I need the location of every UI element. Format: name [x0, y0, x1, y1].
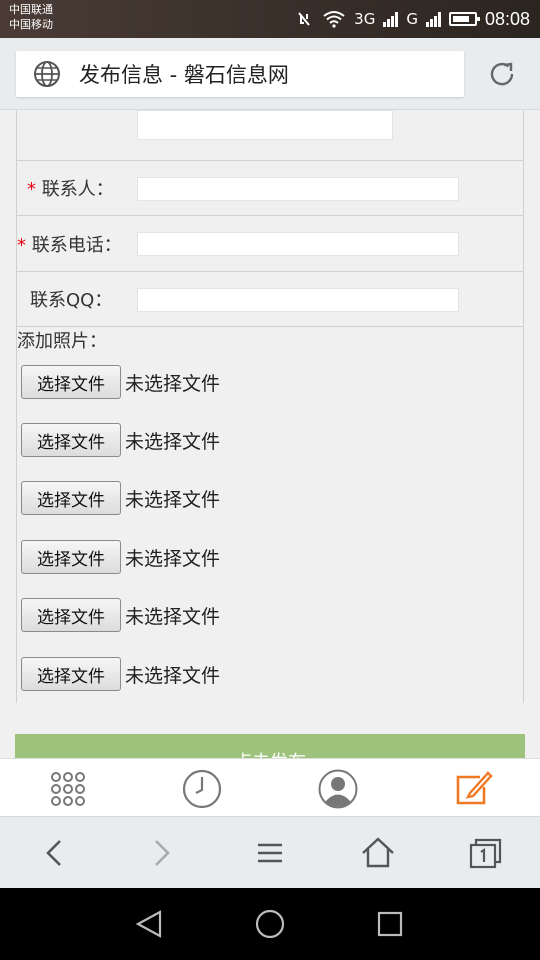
history-clock-icon[interactable]	[182, 769, 222, 809]
site-toolbar	[0, 758, 540, 816]
choose-file-button[interactable]: 选择文件	[21, 598, 121, 632]
phone-input[interactable]	[137, 232, 459, 256]
battery-icon	[448, 12, 480, 26]
home-icon[interactable]	[360, 835, 396, 871]
qq-label-text: 联系QQ：	[30, 290, 113, 311]
back-icon[interactable]	[36, 835, 72, 871]
photos-label: 添加照片：	[17, 331, 107, 352]
signal-icon-2	[425, 11, 441, 27]
file-status: 未选择文件	[125, 664, 221, 687]
apps-grid-icon[interactable]	[48, 769, 88, 809]
prev-field-input[interactable]	[137, 110, 393, 140]
file-input-row: 选择文件 未选择文件	[21, 422, 220, 458]
choose-file-button[interactable]: 选择文件	[21, 481, 121, 515]
contact-label: * 联系人：	[27, 175, 114, 201]
status-bar: 中国联通 中国移动 3G G 08:08	[0, 0, 540, 38]
wifi-icon	[323, 11, 345, 28]
carrier-2: 中国移动	[9, 18, 53, 31]
file-input-row: 选择文件 未选择文件	[21, 480, 220, 516]
qq-label: 联系QQ：	[30, 286, 112, 312]
file-input-row: 选择文件 未选择文件	[21, 597, 220, 633]
tabs-icon[interactable]	[468, 835, 504, 871]
address-bar: 发布信息 - 磐石信息网	[0, 38, 540, 110]
phone-label-text: 联系电话：	[31, 235, 122, 256]
clock-time: 08:08	[484, 8, 530, 29]
file-status: 未选择文件	[125, 372, 221, 395]
file-status: 未选择文件	[125, 605, 221, 628]
globe-icon	[34, 61, 60, 87]
network-type-2: G	[406, 10, 418, 28]
home-circle-icon[interactable]	[254, 908, 286, 940]
file-input-row: 选择文件 未选择文件	[21, 364, 220, 400]
prev-field-row	[17, 110, 523, 161]
carrier-info: 中国联通 中国移动	[9, 2, 53, 32]
file-input-row: 选择文件 未选择文件	[21, 539, 220, 575]
required-mark: *	[27, 179, 36, 200]
form-container: * 联系人： * 联系电话： 联系QQ： 添加照片： 选择文件 未选择文件 选择…	[16, 110, 524, 703]
page-title: 发布信息 - 磐石信息网	[79, 63, 289, 87]
submit-label: 点击发布	[15, 748, 525, 758]
contact-label-text: 联系人：	[41, 179, 114, 200]
phone-row: * 联系电话：	[17, 216, 523, 272]
android-nav-bar	[0, 888, 540, 960]
url-box[interactable]: 发布信息 - 磐石信息网	[16, 51, 464, 97]
choose-file-button[interactable]: 选择文件	[21, 365, 121, 399]
contact-row: * 联系人：	[17, 161, 523, 216]
recents-square-icon[interactable]	[374, 908, 406, 940]
qq-row: 联系QQ：	[17, 272, 523, 327]
file-status: 未选择文件	[125, 547, 221, 570]
user-avatar-icon[interactable]	[318, 769, 358, 809]
contact-input[interactable]	[137, 177, 459, 201]
choose-file-button[interactable]: 选择文件	[21, 423, 121, 457]
file-status: 未选择文件	[125, 430, 221, 453]
file-status: 未选择文件	[125, 488, 221, 511]
forward-icon[interactable]	[144, 835, 180, 871]
required-mark: *	[17, 235, 26, 256]
file-input-row: 选择文件 未选择文件	[21, 656, 220, 692]
back-triangle-icon[interactable]	[134, 908, 166, 940]
qq-input[interactable]	[137, 288, 459, 312]
phone-label: * 联系电话：	[17, 231, 122, 257]
browser-nav-bar	[0, 816, 540, 888]
reload-icon[interactable]	[486, 58, 518, 90]
choose-file-button[interactable]: 选择文件	[21, 540, 121, 574]
edit-icon[interactable]	[454, 769, 494, 809]
menu-icon[interactable]	[252, 835, 288, 871]
vibrate-off-icon	[298, 12, 310, 26]
carrier-1: 中国联通	[9, 3, 53, 16]
network-type-1: 3G	[354, 10, 376, 28]
submit-button[interactable]: 点击发布	[15, 734, 525, 758]
signal-icon-1	[383, 11, 399, 27]
choose-file-button[interactable]: 选择文件	[21, 657, 121, 691]
status-icons: 3G G 08:08	[294, 0, 530, 38]
